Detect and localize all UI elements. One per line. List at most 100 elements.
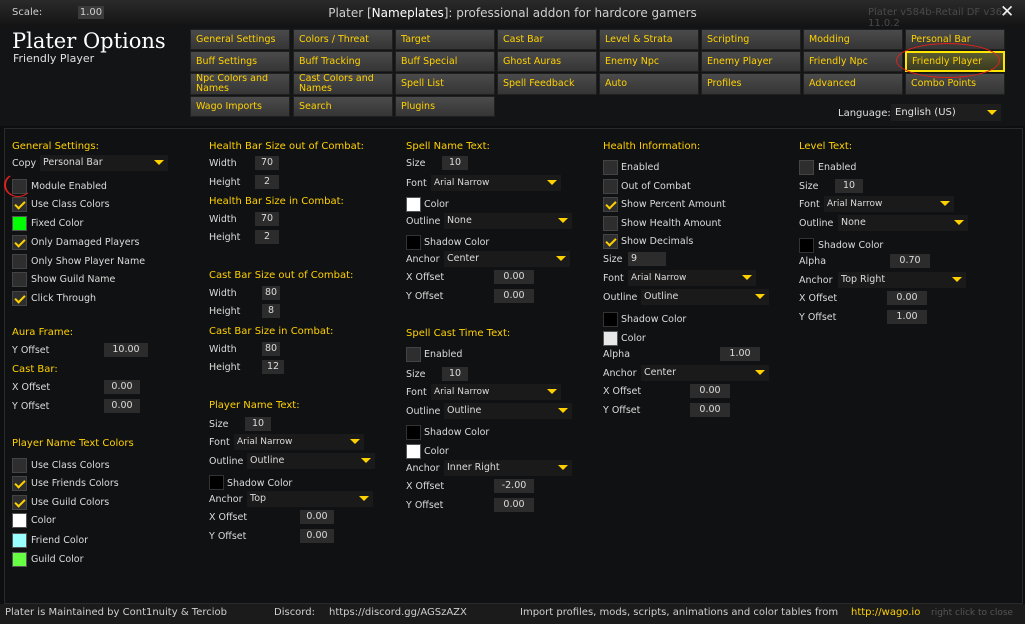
hi-ooc-checkbox[interactable] xyxy=(603,179,618,194)
tab-cast-colors-and-names[interactable]: Cast Colors and Names xyxy=(293,73,393,95)
cb-ooc-width-input[interactable]: 80 xyxy=(262,286,280,300)
tab-enemy-npc[interactable]: Enemy Npc xyxy=(599,51,699,72)
sn-outline-dropdown[interactable]: None xyxy=(444,213,572,229)
tab-ghost-auras[interactable]: Ghost Auras xyxy=(497,51,597,72)
tab-search[interactable]: Search xyxy=(293,96,393,117)
tab-advanced[interactable]: Advanced xyxy=(803,73,903,95)
only-show-name-checkbox[interactable] xyxy=(12,254,27,269)
tab-friendly-npc[interactable]: Friendly Npc xyxy=(803,51,903,72)
hb-ooc-width-input[interactable]: 70 xyxy=(255,156,279,170)
pn-anchor-dropdown[interactable]: Top xyxy=(247,491,373,507)
hi-font-dropdown[interactable]: Arial Narrow xyxy=(628,270,756,286)
pn-size-input[interactable]: 10 xyxy=(245,417,271,431)
sn-x-input[interactable]: 0.00 xyxy=(494,270,534,284)
hi-color-swatch[interactable] xyxy=(603,331,618,346)
tab-npc-colors-and-names[interactable]: Npc Colors and Names xyxy=(190,73,290,95)
pn-x-input[interactable]: 0.00 xyxy=(300,510,334,524)
lt-enabled-checkbox[interactable] xyxy=(799,160,814,175)
sn-anchor-dropdown[interactable]: Center xyxy=(444,251,570,267)
pn-font-dropdown[interactable]: Arial Narrow xyxy=(234,434,364,450)
hb-ooc-height-input[interactable]: 2 xyxy=(255,175,279,189)
hi-size-input[interactable]: 9 xyxy=(628,252,666,266)
fixed-color-label: Fixed Color xyxy=(31,218,84,229)
lt-alpha-input[interactable]: 0.70 xyxy=(890,254,930,268)
cast-x-input[interactable]: 0.00 xyxy=(104,380,140,394)
hi-enabled-checkbox[interactable] xyxy=(603,160,618,175)
sc-x-input[interactable]: -2.00 xyxy=(494,479,534,493)
use-class-colors-checkbox[interactable] xyxy=(12,197,27,212)
tab-auto[interactable]: Auto xyxy=(599,73,699,95)
tab-buff-settings[interactable]: Buff Settings xyxy=(190,51,290,72)
hb-ic-height-input[interactable]: 2 xyxy=(255,230,279,244)
sc-y-input[interactable]: 0.00 xyxy=(494,498,534,512)
tab-buff-special[interactable]: Buff Special xyxy=(395,51,495,72)
tab-spell-list[interactable]: Spell List xyxy=(395,73,495,95)
sc-color-swatch[interactable] xyxy=(406,444,421,459)
sc-font-dropdown[interactable]: Arial Narrow xyxy=(431,384,561,400)
pntc-guild-checkbox[interactable] xyxy=(12,495,27,510)
tab-enemy-player[interactable]: Enemy Player xyxy=(701,51,801,72)
pn-outline-dropdown[interactable]: Outline xyxy=(247,453,375,469)
tab-colors-threat[interactable]: Colors / Threat xyxy=(293,29,393,50)
sn-color-swatch[interactable] xyxy=(406,197,421,212)
hi-shadow-swatch[interactable] xyxy=(603,312,618,327)
lt-shadow-swatch[interactable] xyxy=(799,238,814,253)
sc-size-input[interactable]: 10 xyxy=(442,367,468,381)
hb-ic-width-input[interactable]: 70 xyxy=(255,212,279,226)
cb-ooc-height-input[interactable]: 8 xyxy=(262,304,280,318)
lt-anchor-dropdown[interactable]: Top Right xyxy=(838,272,966,288)
sc-enabled-checkbox[interactable] xyxy=(406,347,421,362)
hi-y-input[interactable]: 0.00 xyxy=(690,403,730,417)
sn-size-input[interactable]: 10 xyxy=(442,156,468,170)
sn-font-dropdown[interactable]: Arial Narrow xyxy=(431,175,561,191)
pntc-class-checkbox[interactable] xyxy=(12,458,27,473)
hi-alpha-input[interactable]: 1.00 xyxy=(720,347,760,361)
fixed-color-swatch[interactable] xyxy=(12,216,27,231)
lt-y-input[interactable]: 1.00 xyxy=(887,310,927,324)
aura-y-input[interactable]: 10.00 xyxy=(104,343,148,357)
tab-modding[interactable]: Modding xyxy=(803,29,903,50)
pn-y-input[interactable]: 0.00 xyxy=(300,529,334,543)
pntc-color-swatch[interactable] xyxy=(12,513,27,528)
sn-shadow-swatch[interactable] xyxy=(406,235,421,250)
lt-font-dropdown[interactable]: Arial Narrow xyxy=(824,196,954,212)
sn-y-input[interactable]: 0.00 xyxy=(494,289,534,303)
cast-y-input[interactable]: 0.00 xyxy=(104,399,140,413)
sc-shadow-swatch[interactable] xyxy=(406,425,421,440)
hi-percent-checkbox[interactable] xyxy=(603,197,618,212)
tab-plugins[interactable]: Plugins xyxy=(395,96,495,117)
sc-anchor-dropdown[interactable]: Inner Right xyxy=(444,460,572,476)
pntc-friends-checkbox[interactable] xyxy=(12,476,27,491)
hi-outline-dropdown[interactable]: Outline xyxy=(641,289,769,305)
hi-x-input[interactable]: 0.00 xyxy=(690,384,730,398)
tab-cast-bar[interactable]: Cast Bar xyxy=(497,29,597,50)
only-damaged-checkbox[interactable] xyxy=(12,235,27,250)
lt-outline-dropdown[interactable]: None xyxy=(838,215,968,231)
pn-shadow-swatch[interactable] xyxy=(209,475,224,490)
tab-scripting[interactable]: Scripting xyxy=(701,29,801,50)
lt-x-input[interactable]: 0.00 xyxy=(887,291,927,305)
cb-ic-width-input[interactable]: 80 xyxy=(262,342,280,356)
friend-color-swatch[interactable] xyxy=(12,533,27,548)
tab-buff-tracking[interactable]: Buff Tracking xyxy=(293,51,393,72)
language-dropdown[interactable]: English (US) xyxy=(891,104,1001,121)
tab-wago-imports[interactable]: Wago Imports xyxy=(190,96,290,117)
sc-outline-dropdown[interactable]: Outline xyxy=(444,403,572,419)
copy-dropdown[interactable]: Personal Bar xyxy=(40,155,168,171)
tab-profiles[interactable]: Profiles xyxy=(701,73,801,95)
hi-decimals-checkbox[interactable] xyxy=(603,234,618,249)
hi-anchor-dropdown[interactable]: Center xyxy=(641,365,769,381)
tab-level-strata[interactable]: Level & Strata xyxy=(599,29,699,50)
click-through-checkbox[interactable] xyxy=(12,291,27,306)
tab-spell-feedback[interactable]: Spell Feedback xyxy=(497,73,597,95)
show-guild-checkbox[interactable] xyxy=(12,272,27,287)
tab-general-settings[interactable]: General Settings xyxy=(190,29,290,50)
hi-health-checkbox[interactable] xyxy=(603,216,618,231)
wago-link[interactable]: http://wago.io xyxy=(851,607,920,618)
close-icon[interactable]: ✕ xyxy=(1000,2,1014,22)
discord-link[interactable]: https://discord.gg/AGSzAZX xyxy=(329,607,467,618)
lt-size-input[interactable]: 10 xyxy=(835,179,863,193)
tab-target[interactable]: Target xyxy=(395,29,495,50)
guild-color-swatch[interactable] xyxy=(12,552,27,567)
cb-ic-height-input[interactable]: 12 xyxy=(262,360,284,374)
